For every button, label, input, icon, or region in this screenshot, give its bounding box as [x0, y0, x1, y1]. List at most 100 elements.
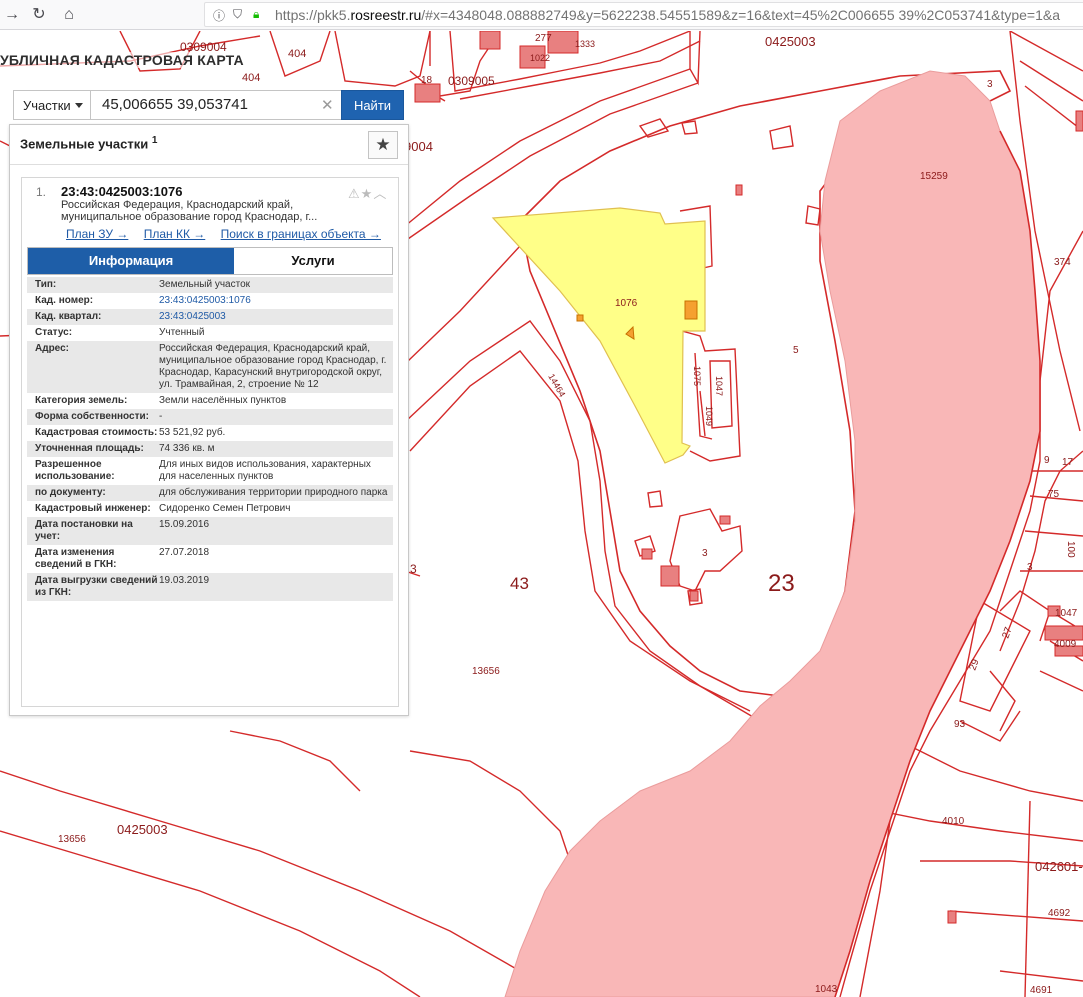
- card-cad-number[interactable]: 23:43:0425003:1076: [61, 184, 182, 199]
- map-label: 4009: [1054, 639, 1077, 650]
- table-row: Форма собственности: -: [27, 409, 393, 425]
- table-row: Статус: Учтенный: [27, 325, 393, 341]
- plan-zu-link[interactable]: План ЗУ →: [66, 227, 128, 241]
- row-key: Уточненная площадь:: [27, 441, 159, 457]
- parcel-card: 1. 23:43:0425003:1076 ⚠★︿ Российская Фед…: [21, 177, 399, 707]
- map-label: 1076: [615, 298, 638, 309]
- map-label: 17: [1062, 457, 1074, 468]
- row-key: Кад. квартал:: [27, 309, 159, 325]
- browser-toolbar: → ↻ ⌂ ⓘ ⛉ 🔒︎ https://pkk5.rosreestr.ru/#…: [0, 0, 1083, 30]
- row-key: Дата выгрузки сведений из ГКН:: [27, 573, 159, 601]
- row-value: Сидоренко Семен Петрович: [159, 501, 393, 517]
- row-value: 53 521,92 руб.: [159, 425, 393, 441]
- tab-services[interactable]: Услуги: [234, 248, 392, 274]
- row-value: Учтенный: [159, 325, 393, 341]
- search-button[interactable]: Найти: [341, 90, 404, 120]
- row-key: Разрешенное использование:: [27, 457, 159, 485]
- row-key: Форма собственности:: [27, 409, 159, 425]
- map-label: 1047: [714, 376, 724, 396]
- map-label: 15259: [920, 171, 948, 182]
- star-icon: ★: [375, 135, 391, 154]
- map-label: 3: [1027, 562, 1033, 573]
- row-key: Дата постановки на учет:: [27, 517, 159, 545]
- table-row: по документу: для обслуживания территории…: [27, 485, 393, 501]
- table-row: Дата изменения сведений в ГКН: 27.07.2018: [27, 545, 393, 573]
- table-row: Разрешенное использование: Для иных видов…: [27, 457, 393, 485]
- card-index: 1.: [36, 185, 47, 199]
- map-label: 374: [1054, 257, 1071, 268]
- row-value: 19.03.2019: [159, 573, 393, 601]
- panel-header: Земельные участки 1 ★: [10, 125, 408, 165]
- map-label: 9: [1044, 455, 1050, 466]
- plan-kk-link[interactable]: План КК →: [144, 227, 206, 241]
- row-value: Для иных видов использования, характерны…: [159, 457, 393, 485]
- map-label: 43: [510, 574, 529, 593]
- row-key: Кадастровый инженер:: [27, 501, 159, 517]
- map-label: 404: [242, 72, 260, 84]
- row-key: Дата изменения сведений в ГКН:: [27, 545, 159, 573]
- row-value: 15.09.2016: [159, 517, 393, 545]
- map-label: 4692: [1048, 908, 1071, 919]
- map-label: 1047: [1055, 608, 1078, 619]
- map-label: 1022: [530, 53, 550, 63]
- url-text[interactable]: https://pkk5.rosreestr.ru/#x=4348048.088…: [275, 7, 1060, 23]
- reload-icon[interactable]: ↻: [27, 3, 51, 27]
- map-label: 277: [535, 33, 552, 44]
- row-key: Кадастровая стоимость:: [27, 425, 159, 441]
- map-label: 3: [410, 562, 417, 576]
- url-bar[interactable]: ⓘ ⛉ 🔒︎ https://pkk5.rosreestr.ru/#x=4348…: [204, 2, 1083, 27]
- cad-quarter-link[interactable]: 23:43:0425003: [159, 309, 393, 325]
- panel-title: Земельные участки 1: [20, 135, 158, 152]
- row-value: Земельный участок: [159, 277, 393, 293]
- home-icon[interactable]: ⌂: [57, 3, 81, 27]
- map-label: 404: [288, 48, 306, 60]
- map-label: 3: [987, 79, 993, 90]
- result-count: 1: [151, 135, 158, 146]
- map-label: 0309005: [448, 74, 495, 88]
- map-label: 3: [702, 548, 708, 559]
- search-type-select[interactable]: Участки: [13, 90, 90, 120]
- favorite-button[interactable]: ★: [368, 131, 398, 159]
- row-key: Статус:: [27, 325, 159, 341]
- map-label: 13656: [472, 666, 500, 677]
- shield-icon[interactable]: ⛉: [233, 7, 242, 22]
- map-label: 4691: [1030, 985, 1053, 996]
- map-label: 100: [1065, 541, 1076, 558]
- map-label: 0425003: [765, 34, 816, 49]
- map-label: 042601-: [1035, 859, 1083, 874]
- table-row: Адрес: Российская Федерация, Краснодарски…: [27, 341, 393, 393]
- cad-number-link[interactable]: 23:43:0425003:1076: [159, 293, 393, 309]
- map-label: 14464: [546, 372, 567, 399]
- row-value: -: [159, 409, 393, 425]
- row-key: Кад. номер:: [27, 293, 159, 309]
- lock-icon[interactable]: 🔒︎: [253, 7, 259, 22]
- map-label: 1043: [815, 984, 838, 995]
- star-outline-icon[interactable]: ★: [361, 186, 374, 201]
- table-row: Кадастровая стоимость: 53 521,92 руб.: [27, 425, 393, 441]
- map-label: 93: [954, 719, 966, 730]
- tab-info[interactable]: Информация: [28, 248, 234, 274]
- search-input[interactable]: 45,006655 39,053741: [90, 90, 342, 120]
- map-label: 1075: [692, 366, 702, 386]
- row-key: по документу:: [27, 485, 159, 501]
- card-address: Российская Федерация, Краснодарский край…: [61, 199, 318, 223]
- table-row: Дата выгрузки сведений из ГКН: 19.03.2019: [27, 573, 393, 601]
- map-label: 1333: [575, 39, 595, 49]
- forward-arrow-icon[interactable]: →: [0, 3, 24, 27]
- info-table: Тип: Земельный участок Кад. номер: 23:43:0…: [27, 277, 393, 601]
- selected-parcel-1076[interactable]: [491, 207, 706, 464]
- chevron-up-icon[interactable]: ︿: [373, 186, 387, 201]
- map-label: 23: [768, 570, 795, 597]
- table-row: Кад. номер: 23:43:0425003:1076: [27, 293, 393, 309]
- table-row: Кадастровый инженер: Сидоренко Семен Петр…: [27, 501, 393, 517]
- row-key: Адрес:: [27, 341, 159, 393]
- info-icon[interactable]: ⓘ: [213, 7, 225, 24]
- search-in-bounds-link[interactable]: Поиск в границах объекта →: [221, 227, 381, 241]
- row-key: Тип:: [27, 277, 159, 293]
- row-value: 27.07.2018: [159, 545, 393, 573]
- clear-icon[interactable]: ✕: [321, 96, 334, 114]
- map-label: 1049: [704, 406, 714, 426]
- map-label: 5: [793, 345, 799, 356]
- caret-down-icon: [75, 103, 83, 108]
- app-title: УБЛИЧНАЯ КАДАСТРОВАЯ КАРТА: [0, 52, 244, 68]
